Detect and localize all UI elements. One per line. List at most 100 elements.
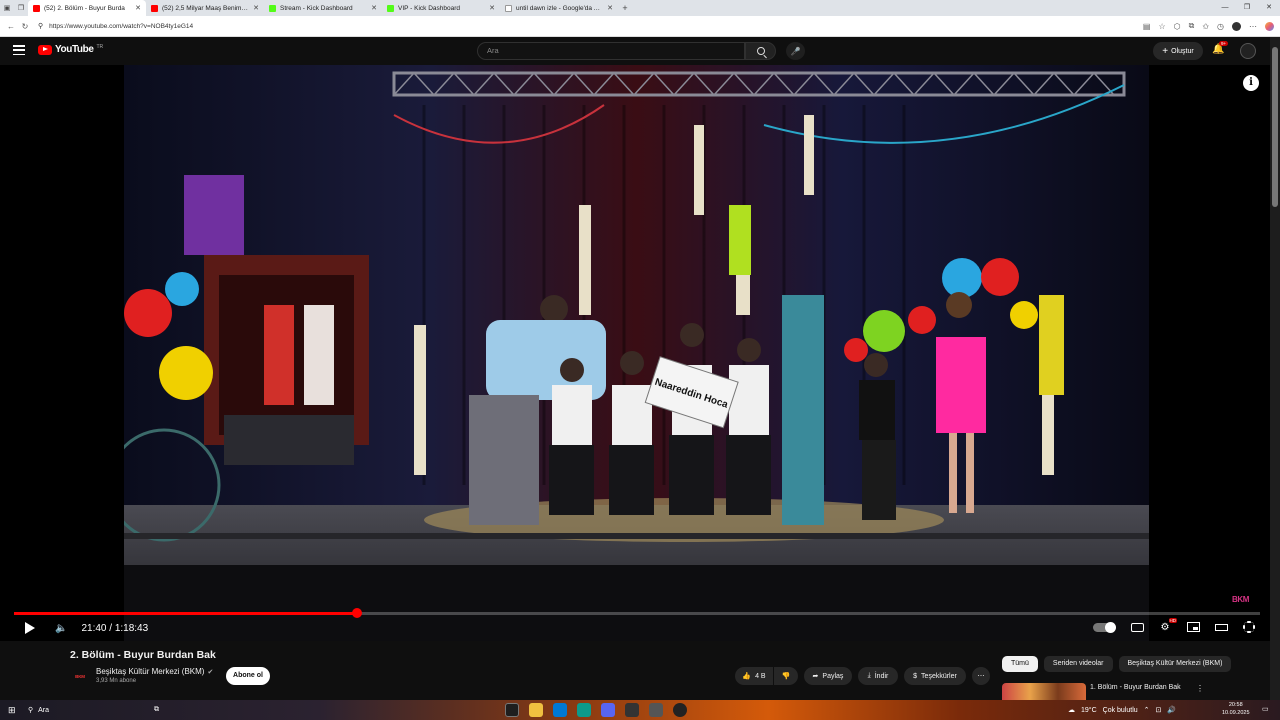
notification-center-icon[interactable]: ▭ xyxy=(1262,705,1269,713)
browser-tab[interactable]: until dawn izle - Google'da Ara ✕ xyxy=(500,0,618,16)
youtube-logo[interactable]: YouTube TR xyxy=(38,44,103,55)
settings-button[interactable]: ⚙ HD xyxy=(1158,618,1177,634)
youtube-play-icon xyxy=(38,44,52,55)
browser-tab[interactable]: (52) 2,5 Milyar Maaş Benim Aracım ✕ xyxy=(146,0,264,16)
thanks-label: Teşekkürler xyxy=(921,672,957,680)
address-bar-icons: ▤ ☆ ⬡ ⧉ ✩ ◷ ⋯ xyxy=(1143,21,1280,31)
more-horizontal-icon: ⋯ xyxy=(977,673,985,680)
more-actions-button[interactable]: ⋯ xyxy=(972,667,990,685)
channel-name-row[interactable]: Beşiktaş Kültür Merkezi (BKM) ✔ xyxy=(96,667,213,676)
back-icon[interactable]: ← xyxy=(4,22,18,31)
taskbar-app-settings-icon[interactable] xyxy=(649,703,663,717)
share-button[interactable]: ➦ Paylaş xyxy=(804,667,852,685)
recommended-title[interactable]: 1. Bölüm - Buyur Burdan Bak xyxy=(1090,684,1181,691)
download-button[interactable]: ⤓ İndir xyxy=(858,667,898,685)
channel-name[interactable]: Beşiktaş Kültür Merkezi (BKM) xyxy=(96,667,204,676)
taskbar-clock[interactable]: 20:58 10.09.2025 xyxy=(1222,701,1250,717)
create-button[interactable]: + Oluştur xyxy=(1153,42,1203,60)
browser-tab[interactable]: Stream - Kick Dashboard ✕ xyxy=(264,0,382,16)
subscribe-button[interactable]: Abone ol xyxy=(226,667,270,685)
voice-search-button[interactable]: 🎤 xyxy=(786,42,805,60)
chip-channel[interactable]: Beşiktaş Kültür Merkezi (BKM) xyxy=(1118,656,1232,672)
player-controls: 🔈 21:40 / 1:18:43 ⚙ HD xyxy=(0,617,1270,639)
collections-icon[interactable]: ⧉ xyxy=(1189,21,1195,31)
recommended-thumbnail[interactable] xyxy=(1002,683,1086,700)
page-scrollbar[interactable] xyxy=(1270,37,1280,700)
autoplay-toggle[interactable] xyxy=(1092,620,1116,634)
weather-icon[interactable]: ☁ xyxy=(1068,706,1075,714)
favorites-icon[interactable]: ✩ xyxy=(1202,22,1209,31)
profile-avatar[interactable] xyxy=(1232,21,1241,31)
play-icon[interactable] xyxy=(25,622,35,634)
tab-close-icon[interactable]: ✕ xyxy=(253,4,259,12)
hamburger-menu-icon[interactable] xyxy=(13,45,25,55)
search-input[interactable]: Ara xyxy=(477,42,745,60)
channel-avatar[interactable]: BKM xyxy=(70,669,90,683)
recommended-more-icon[interactable]: ⋮ xyxy=(1196,684,1204,693)
taskbar-search[interactable]: ⚲ Ara xyxy=(28,706,140,715)
weather-text[interactable]: Çok bulutlu xyxy=(1103,707,1138,714)
account-avatar[interactable] xyxy=(1240,43,1256,59)
address-bar: ← ↻ ⚲ https://www.youtube.com/watch?v=NO… xyxy=(0,16,1280,37)
extensions-icon[interactable]: ⬡ xyxy=(1174,22,1181,31)
taskbar-app-folder-icon[interactable] xyxy=(529,703,543,717)
tab-close-icon[interactable]: ✕ xyxy=(489,4,495,12)
info-icon[interactable]: i xyxy=(1243,75,1259,91)
channel-watermark[interactable]: BKM xyxy=(1232,595,1249,604)
tab-favicon-icon xyxy=(387,4,394,12)
scroll-thumb[interactable] xyxy=(1272,47,1278,207)
reload-icon[interactable]: ↻ xyxy=(18,22,32,31)
browser-tab[interactable]: VIP - Kick Dashboard ✕ xyxy=(382,0,500,16)
chip-series[interactable]: Seriden videolar xyxy=(1043,656,1113,672)
reader-icon[interactable]: ▤ xyxy=(1143,22,1151,31)
subtitles-button[interactable] xyxy=(1130,620,1144,634)
taskbar-app-obs-icon[interactable] xyxy=(625,703,639,717)
windows-start-icon[interactable]: ⊞ xyxy=(8,705,22,716)
chip-all[interactable]: Tümü xyxy=(1002,656,1038,672)
url-field[interactable]: ⚲ https://www.youtube.com/watch?v=NOB4ty… xyxy=(38,19,1143,34)
maximize-button[interactable]: ❐ xyxy=(1236,0,1258,16)
taskbar-app-explorer-icon[interactable] xyxy=(505,703,519,717)
volume-icon[interactable]: 🔈 xyxy=(55,623,67,634)
taskbar-app-discord-icon[interactable] xyxy=(601,703,615,717)
minimize-button[interactable]: — xyxy=(1214,0,1236,16)
tab-close-icon[interactable]: ✕ xyxy=(607,4,613,12)
video-player[interactable]: Naareddin Hoca i BKM 🔈 21:40 / 1:18:43 ⚙… xyxy=(0,65,1270,641)
balloon-red-right xyxy=(981,258,1019,296)
tab-close-icon[interactable]: ✕ xyxy=(371,4,377,12)
related-filter-chips: Tümü Seriden videolar Beşiktaş Kültür Me… xyxy=(1002,656,1232,672)
balloon-red-mid xyxy=(908,306,936,334)
taskbar-app-camera-icon[interactable] xyxy=(673,703,687,717)
like-button[interactable]: 👍 4 B xyxy=(735,667,773,685)
video-frame[interactable]: Naareddin Hoca xyxy=(124,65,1149,641)
taskbar-app-store-icon[interactable] xyxy=(553,703,567,717)
close-window-button[interactable]: ✕ xyxy=(1258,0,1280,16)
more-menu-icon[interactable]: ⋯ xyxy=(1249,22,1257,31)
new-tab-button[interactable]: + xyxy=(618,3,632,13)
network-icon[interactable]: ⊡ xyxy=(1156,706,1162,714)
miniplayer-button[interactable] xyxy=(1186,620,1200,634)
history-icon[interactable]: ◷ xyxy=(1217,22,1224,31)
volume-tray-icon[interactable]: 🔊 xyxy=(1167,706,1176,714)
theater-mode-button[interactable] xyxy=(1214,620,1228,634)
tab-groups-icon[interactable]: ❐ xyxy=(14,0,28,16)
subtitles-icon xyxy=(1130,622,1144,632)
tab-close-icon[interactable]: ✕ xyxy=(135,4,141,12)
taskbar-app-edge-icon[interactable] xyxy=(577,703,591,717)
browser-tab[interactable]: (52) 2. Bölüm - Buyur Burda ✕ xyxy=(28,0,146,16)
dislike-button[interactable]: 👎 xyxy=(774,667,798,685)
download-icon: ⤓ xyxy=(867,672,871,679)
site-info-icon[interactable]: ⚲ xyxy=(38,22,43,30)
fullscreen-button[interactable] xyxy=(1242,620,1256,634)
temperature[interactable]: 19°C xyxy=(1081,707,1097,714)
copilot-icon[interactable] xyxy=(1265,21,1274,31)
search-button[interactable] xyxy=(745,42,776,60)
favorite-star-icon[interactable]: ☆ xyxy=(1158,22,1165,31)
tab-title: VIP - Kick Dashboard xyxy=(398,4,461,12)
progress-bar[interactable] xyxy=(14,608,1260,618)
task-view-icon[interactable]: ⧉ xyxy=(154,706,159,714)
thanks-button[interactable]: $ Teşekkürler xyxy=(904,667,966,685)
coat-red xyxy=(264,305,294,405)
tab-actions-icon[interactable]: ▣ xyxy=(0,0,14,16)
tray-chevron-icon[interactable]: ⌃ xyxy=(1144,706,1150,714)
